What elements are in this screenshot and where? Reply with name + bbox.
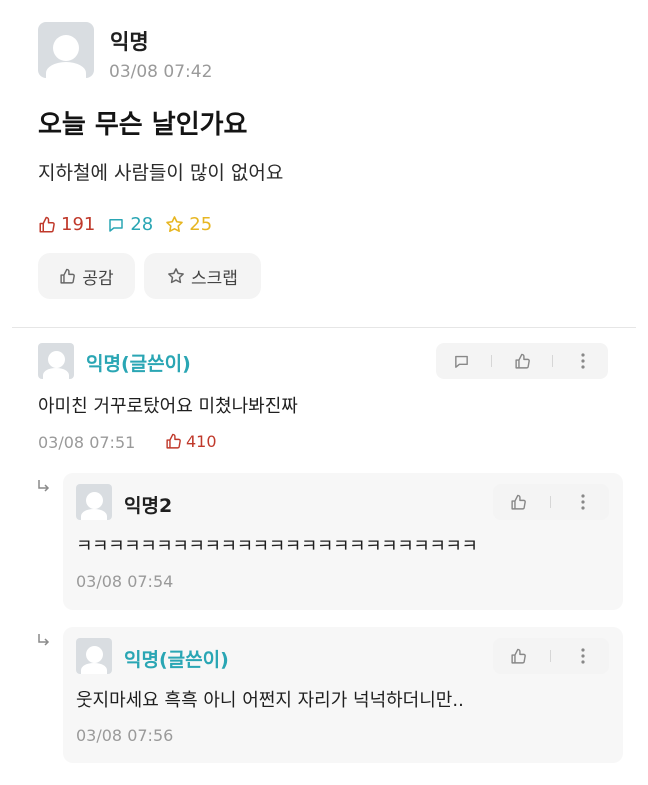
post-timestamp: 03/08 07:42 (109, 62, 213, 82)
thumbs-up-icon (511, 648, 527, 664)
post-author-name: 익명 (110, 30, 149, 54)
comment-count: 28 (107, 214, 153, 235)
comment-text: 아미친 거꾸로탔어요 미쳤나봐진짜 (38, 396, 298, 417)
thumbs-up-icon (39, 216, 55, 232)
reply-toolbar (493, 638, 609, 674)
scrap-count: 25 (165, 214, 212, 235)
thumbs-up-icon (60, 268, 76, 284)
reply-toolbar (493, 484, 609, 520)
avatar-icon (76, 638, 112, 674)
comment-toolbar (436, 343, 608, 379)
reply-avatar (76, 638, 112, 674)
reply-timestamp: 03/08 07:56 (76, 726, 174, 745)
reply-like-button[interactable] (499, 484, 539, 520)
star-icon (168, 268, 184, 284)
comment-avatar (38, 343, 74, 379)
like-button-label: 공감 (82, 268, 114, 289)
comment-more-button[interactable] (563, 343, 603, 379)
reply-arrow-icon (36, 632, 52, 652)
thumbs-up-icon (514, 353, 530, 369)
reply-avatar (76, 484, 112, 520)
thumbs-up-icon (511, 494, 527, 510)
reply-author-name: 익명2 (124, 495, 173, 517)
reply-item: 익명(글쓴이) 웃지마세요 흑흑 아니 어쩐지 자리가 넉넉하더니만.. 03/… (63, 627, 623, 763)
reply-item: 익명2 ㅋㅋㅋㅋㅋㅋㅋㅋㅋㅋㅋㅋㅋㅋㅋㅋㅋㅋㅋㅋㅋㅋㅋㅋㅋ 03/08 07:5… (63, 473, 623, 610)
like-count-value: 191 (61, 214, 96, 235)
reply-button[interactable] (441, 343, 481, 379)
more-vertical-icon (581, 494, 585, 510)
scrap-button[interactable]: 스크랩 (144, 253, 261, 299)
avatar-icon (38, 22, 94, 78)
comment-timestamp: 03/08 07:51 (38, 433, 136, 452)
comment-like-button[interactable] (502, 343, 542, 379)
reply-text: ㅋㅋㅋㅋㅋㅋㅋㅋㅋㅋㅋㅋㅋㅋㅋㅋㅋㅋㅋㅋㅋㅋㅋㅋㅋ (76, 536, 478, 557)
thumbs-up-icon (166, 433, 181, 449)
star-icon (166, 216, 184, 233)
post-author-avatar (38, 22, 94, 78)
divider (12, 327, 636, 328)
reply-text: 웃지마세요 흑흑 아니 어쩐지 자리가 넉넉하더니만.. (76, 690, 464, 711)
comment-count-value: 28 (130, 214, 154, 235)
scrap-button-label: 스크랩 (191, 268, 238, 289)
comment-like-value: 410 (186, 432, 217, 451)
post-stats: 191 28 25 (38, 214, 224, 235)
like-button[interactable]: 공감 (38, 253, 135, 299)
like-count: 191 (38, 214, 95, 235)
scrap-count-value: 25 (189, 214, 213, 235)
speech-bubble-icon (109, 218, 124, 232)
reply-author-name: 익명(글쓴이) (124, 649, 229, 671)
avatar-icon (76, 484, 112, 520)
reply-more-button[interactable] (563, 638, 603, 674)
reply-like-button[interactable] (499, 638, 539, 674)
comment-like-count: 410 (165, 432, 217, 451)
more-vertical-icon (581, 353, 585, 369)
comment-author-name: 익명(글쓴이) (86, 353, 191, 375)
avatar-icon (38, 343, 74, 379)
more-vertical-icon (581, 648, 585, 664)
speech-bubble-icon (454, 355, 468, 368)
reply-arrow-icon (36, 478, 52, 498)
reply-timestamp: 03/08 07:54 (76, 572, 174, 591)
post-title: 오늘 무슨 날인가요 (38, 110, 248, 140)
reply-more-button[interactable] (563, 484, 603, 520)
post-body: 지하철에 사람들이 많이 없어요 (38, 162, 284, 184)
